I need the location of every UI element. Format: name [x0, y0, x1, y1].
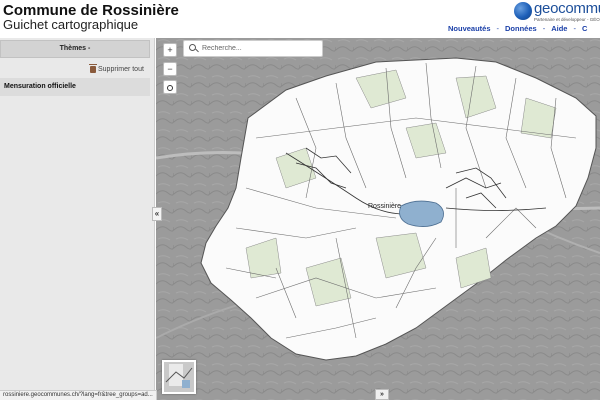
app-window: Commune de Rossinière Guichet cartograph…	[0, 0, 600, 400]
lake	[399, 200, 444, 227]
place-label-rossiniere: Rossinière	[368, 203, 401, 210]
collapse-panel-button[interactable]: «	[152, 207, 162, 221]
search-icon	[189, 43, 199, 54]
nav-link-donnees[interactable]: Données	[505, 24, 537, 33]
logo-name: geocommu	[534, 0, 600, 17]
locate-icon	[167, 84, 173, 91]
trash-icon	[89, 64, 97, 73]
nav-separator: -	[496, 24, 500, 33]
remove-all-button[interactable]: Supprimer tout	[89, 64, 144, 73]
top-navigation: Nouveautés - Données - Aide - C	[448, 24, 587, 33]
basemap-switcher[interactable]	[162, 360, 196, 394]
nav-separator: -	[542, 24, 546, 33]
nav-link-contact[interactable]: C	[582, 24, 587, 33]
page-header: Commune de Rossinière Guichet cartograph…	[0, 0, 600, 38]
search-input[interactable]	[202, 45, 312, 52]
map-canvas[interactable]: Rossinière	[156, 38, 600, 400]
status-url: rossiniere.geocommunes.ch/?lang=fr&tree_…	[0, 390, 157, 400]
locate-button[interactable]	[163, 80, 177, 94]
zoom-out-button[interactable]: −	[163, 62, 177, 76]
themes-button[interactable]: Thèmes -	[0, 40, 150, 58]
page-subtitle: Guichet cartographique	[3, 17, 139, 32]
nav-link-nouveautes[interactable]: Nouveautés	[448, 24, 491, 33]
remove-all-label: Supprimer tout	[98, 66, 144, 73]
logo-globe-icon	[514, 2, 532, 20]
map-layer: Rossinière	[156, 38, 600, 400]
logo-tagline: Partenaire et développeur - GÉO	[534, 17, 600, 22]
nav-link-aide[interactable]: Aide	[551, 24, 567, 33]
search-box[interactable]	[183, 40, 323, 57]
layer-panel: Thèmes - Supprimer tout Mensuration offi…	[0, 38, 155, 400]
expand-bottom-panel-button[interactable]: »	[375, 389, 389, 400]
nav-separator: -	[573, 24, 576, 33]
basemap-preview	[164, 362, 194, 392]
zoom-in-button[interactable]: +	[163, 43, 177, 57]
layer-item-mensuration[interactable]: Mensuration officielle	[0, 78, 150, 96]
